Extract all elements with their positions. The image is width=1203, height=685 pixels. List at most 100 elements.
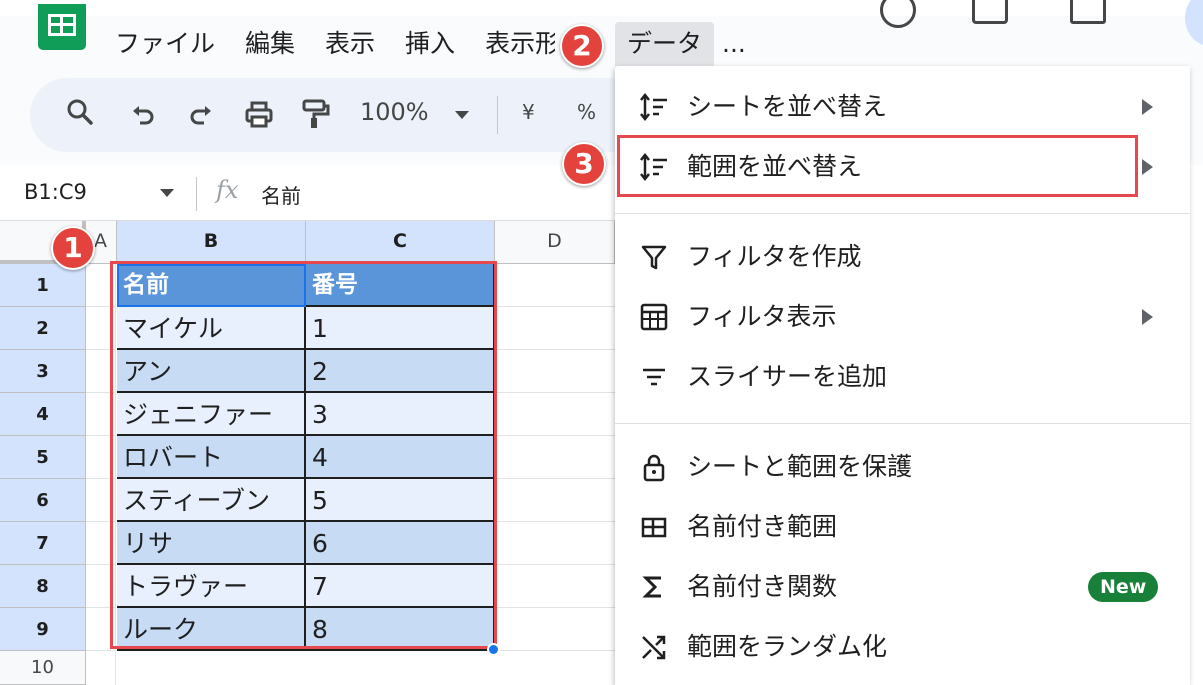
menu-data[interactable]: データ: [615, 22, 715, 66]
table-cell[interactable]: アン: [117, 350, 306, 393]
gridline: [86, 521, 116, 522]
chevron-right-icon: [1142, 99, 1153, 115]
gridline: [86, 650, 116, 651]
cell-b1[interactable]: 名前: [117, 264, 306, 307]
gridline: [86, 392, 116, 393]
table-cell[interactable]: 5: [306, 479, 495, 522]
menu-item-label: シートと範囲を保護: [687, 452, 913, 481]
table-cell[interactable]: ジェニファー: [117, 393, 306, 436]
currency-button[interactable]: ¥: [522, 100, 535, 124]
print-icon[interactable]: [244, 100, 274, 130]
undo-icon[interactable]: [130, 102, 156, 128]
column-header-d[interactable]: D: [495, 221, 615, 264]
percent-button[interactable]: %: [577, 100, 596, 124]
row-header-4[interactable]: 4: [0, 393, 86, 436]
google-sheets-logo[interactable]: [38, 4, 86, 50]
chevron-right-icon: [1142, 309, 1153, 325]
table-cell[interactable]: スティーブン: [117, 479, 306, 522]
menu-divider: [615, 423, 1190, 424]
gridline: [86, 435, 116, 436]
menu-item-1[interactable]: シートを並べ替え: [615, 78, 1190, 136]
menu-item-6[interactable]: シートと範囲を保護: [615, 438, 1190, 496]
gridline: [495, 607, 615, 608]
row-header-5[interactable]: 5: [0, 436, 86, 479]
search-icon[interactable]: [66, 98, 94, 126]
menu-item-4[interactable]: フィルタ表示: [615, 288, 1190, 346]
menu-item-label: 名前付き範囲: [687, 512, 838, 541]
menu-edit[interactable]: 編集: [245, 22, 295, 66]
table-cell[interactable]: リサ: [117, 522, 306, 565]
row-header-9[interactable]: 9: [0, 608, 86, 651]
gridline: [495, 392, 615, 393]
menu-item-9[interactable]: 範囲をランダム化: [615, 618, 1190, 676]
formula-input[interactable]: 名前: [261, 180, 301, 209]
chevron-down-icon[interactable]: [160, 189, 174, 197]
row-header-10[interactable]: 10: [0, 651, 86, 685]
gridline: [86, 306, 116, 307]
menu-more[interactable]: ...: [722, 22, 746, 66]
table-cell[interactable]: 3: [306, 393, 495, 436]
menu-item-label: スライサーを追加: [687, 362, 888, 391]
menubar: ファイル 編集 表示 挿入 表示形式 データ ...: [115, 22, 746, 66]
row-header-6[interactable]: 6: [0, 479, 86, 522]
gridline: [86, 349, 116, 350]
menu-item-5[interactable]: スライサーを追加: [615, 348, 1190, 406]
cell-c1[interactable]: 番号: [306, 264, 495, 307]
meet-icon[interactable]: [1070, 0, 1106, 24]
row-header-8[interactable]: 8: [0, 565, 86, 608]
table-cell[interactable]: 6: [306, 522, 495, 565]
lock-icon: [639, 452, 669, 482]
row-header-7[interactable]: 7: [0, 522, 86, 565]
callout-badge-1: 1: [51, 226, 95, 270]
fill-handle[interactable]: [487, 643, 500, 656]
fx-icon: fx: [216, 176, 239, 204]
gridline: [86, 564, 116, 565]
menu-file[interactable]: ファイル: [115, 22, 215, 66]
gridline: [495, 435, 615, 436]
menu-insert[interactable]: 挿入: [405, 22, 455, 66]
comment-icon[interactable]: [972, 0, 1008, 24]
redo-icon[interactable]: [188, 102, 214, 128]
table-cell[interactable]: マイケル: [117, 307, 306, 350]
table-cell[interactable]: 4: [306, 436, 495, 479]
table-cell[interactable]: ロバート: [117, 436, 306, 479]
menu-view[interactable]: 表示: [325, 22, 375, 66]
column-d[interactable]: [494, 264, 615, 685]
menu-format[interactable]: 表示形式: [485, 22, 555, 66]
chevron-down-icon[interactable]: [455, 111, 469, 119]
menu-item-label: 名前付き関数: [687, 572, 838, 601]
paint-format-icon[interactable]: [300, 98, 330, 130]
name-box[interactable]: B1:C9: [24, 180, 87, 204]
gridline: [86, 478, 116, 479]
filter-icon: [639, 242, 669, 272]
slicer-icon: [639, 362, 669, 392]
menu-item-label: フィルタを作成: [687, 242, 862, 271]
menu-item-3[interactable]: フィルタを作成: [615, 228, 1190, 286]
gridline: [495, 564, 615, 565]
column-header-b[interactable]: B: [117, 221, 306, 264]
gridline: [86, 607, 116, 608]
menu-divider: [615, 213, 1190, 214]
gridline: [495, 650, 615, 651]
row-header-2[interactable]: 2: [0, 307, 86, 350]
table-cell[interactable]: トラヴァー: [117, 565, 306, 608]
column-a[interactable]: [86, 264, 116, 685]
table-cell[interactable]: 2: [306, 350, 495, 393]
menu-item-8[interactable]: 名前付き関数 New: [615, 558, 1190, 616]
table-cell[interactable]: 8: [306, 608, 495, 651]
row-header-3[interactable]: 3: [0, 350, 86, 393]
gridline: [495, 521, 615, 522]
window-top-strip: [0, 0, 1203, 16]
column-header-c[interactable]: C: [306, 221, 495, 264]
row-header-1[interactable]: 1: [0, 264, 86, 307]
new-badge: New: [1088, 572, 1159, 602]
table-cell[interactable]: ルーク: [117, 608, 306, 651]
menu-item-label: シートを並べ替え: [687, 92, 888, 121]
filter-view-icon: [639, 302, 669, 332]
formula-divider: [196, 177, 197, 211]
menu-item-7[interactable]: 名前付き範囲: [615, 498, 1190, 556]
zoom-select[interactable]: 100%: [360, 98, 429, 126]
table-cell[interactable]: 1: [306, 307, 495, 350]
toolbar-divider: [497, 96, 498, 134]
table-cell[interactable]: 7: [306, 565, 495, 608]
